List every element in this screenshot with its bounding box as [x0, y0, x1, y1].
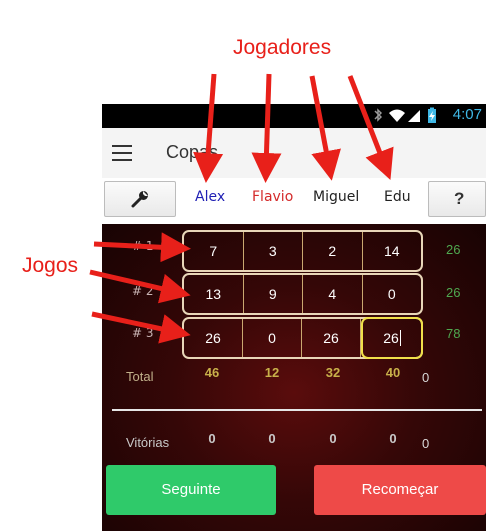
player-name-edu[interactable]: Edu — [384, 189, 411, 205]
total-label: Total — [126, 369, 154, 384]
status-time: 4:07 — [452, 106, 482, 123]
help-button[interactable]: ? — [428, 181, 486, 217]
total-value-miguel: 32 — [325, 365, 341, 380]
next-button[interactable]: Seguinte — [106, 465, 276, 515]
victories-label: Vitórias — [126, 435, 170, 450]
games-annotation: Jogos — [22, 254, 79, 277]
total-extra: 0 — [422, 370, 430, 385]
score-cell[interactable]: 2 — [303, 232, 363, 270]
total-value-alex: 46 — [204, 365, 220, 380]
score-cell[interactable]: 3 — [244, 232, 303, 270]
game-total-1: 26 — [446, 242, 461, 257]
score-cell-active[interactable]: 26 — [361, 317, 423, 359]
score-cell[interactable]: 26 — [302, 319, 361, 357]
score-cell[interactable]: 26 — [184, 319, 243, 357]
signal-icon — [408, 110, 420, 122]
status-icons — [374, 107, 436, 123]
phone-screen: 4:07 Copas Alex Flavio Miguel Edu ? # 1 … — [102, 104, 486, 531]
player-name-flavio[interactable]: Flavio — [252, 189, 293, 205]
victories-value-edu: 0 — [389, 431, 397, 446]
settings-button[interactable] — [104, 181, 176, 217]
victories-extra: 0 — [422, 436, 430, 451]
score-cell[interactable]: 4 — [303, 275, 363, 313]
divider — [112, 409, 482, 411]
player-name-alex[interactable]: Alex — [195, 189, 225, 205]
game-row-1: 7 3 2 14 — [182, 230, 423, 272]
score-cell[interactable]: 0 — [363, 275, 422, 313]
player-name-miguel[interactable]: Miguel — [313, 189, 359, 205]
text-caret — [399, 330, 401, 346]
score-board: # 1 7 3 2 14 26 # 2 13 9 4 0 26 # 3 26 0… — [102, 224, 486, 531]
restart-button[interactable]: Recomeçar — [314, 465, 486, 515]
score-cell-value: 26 — [383, 330, 399, 346]
game-row-3: 26 0 26 26 — [182, 317, 423, 359]
game-label-2: # 2 — [132, 284, 154, 298]
game-total-2: 26 — [446, 285, 461, 300]
victories-value-alex: 0 — [208, 431, 216, 446]
score-cell[interactable]: 14 — [363, 232, 422, 270]
bluetooth-muted-icon — [374, 108, 383, 122]
players-bar: Alex Flavio Miguel Edu ? — [102, 178, 486, 224]
wrench-icon — [131, 191, 148, 208]
players-annotation: Jogadores — [233, 36, 332, 59]
status-bar: 4:07 — [102, 104, 486, 128]
app-title: Copas — [166, 142, 219, 162]
score-cell[interactable]: 9 — [244, 275, 303, 313]
game-label-1: # 1 — [132, 239, 154, 253]
game-label-3: # 3 — [132, 326, 154, 340]
game-row-2: 13 9 4 0 — [182, 273, 423, 315]
score-cell[interactable]: 13 — [184, 275, 244, 313]
victories-value-miguel: 0 — [329, 431, 337, 446]
wifi-icon — [389, 109, 405, 122]
battery-charging-icon — [428, 107, 436, 123]
total-value-flavio: 12 — [264, 365, 280, 380]
total-value-edu: 40 — [385, 365, 401, 380]
score-cell[interactable]: 7 — [184, 232, 244, 270]
app-bar: Copas — [102, 128, 486, 178]
score-cell[interactable]: 0 — [243, 319, 302, 357]
victories-value-flavio: 0 — [268, 431, 276, 446]
hamburger-menu-icon[interactable] — [112, 145, 132, 161]
game-total-3: 78 — [446, 326, 461, 341]
help-label: ? — [454, 189, 465, 208]
